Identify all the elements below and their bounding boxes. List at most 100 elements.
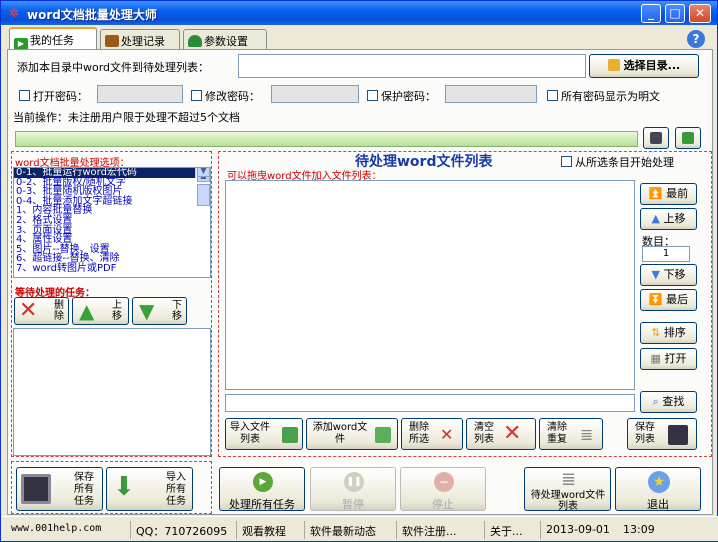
- status-date: 2013-09-01: [540, 521, 615, 539]
- modify-pwd-checkbox[interactable]: 修改密码：: [191, 88, 260, 104]
- stop-button[interactable]: − 停止: [400, 467, 486, 511]
- close-button[interactable]: ✕: [689, 4, 711, 23]
- exit-button[interactable]: ★ 退出: [615, 467, 701, 511]
- delete-selected-label: 删除所选: [409, 422, 429, 445]
- tab-my-tasks[interactable]: ▶ 我的任务: [9, 27, 97, 50]
- status-qq: QQ：710726095: [130, 521, 232, 539]
- pending-list-button[interactable]: ≣ 待处理word文件列表: [524, 467, 611, 512]
- save-progress-button[interactable]: [643, 127, 669, 149]
- protect-pwd-checkbox[interactable]: 保护密码：: [367, 88, 436, 104]
- pause-button[interactable]: ❚❚ 暂停: [310, 467, 396, 511]
- pause-icon: ❚❚: [344, 472, 364, 492]
- pending-list-label: 待处理word文件列表: [530, 490, 606, 512]
- select-dir-button[interactable]: 选择目录...: [589, 54, 699, 78]
- tab-label: 参数设置: [204, 35, 248, 48]
- status-about[interactable]: 关于...: [484, 521, 528, 539]
- add-dir-label: 添加本目录中word文件到待处理列表：: [17, 61, 210, 74]
- add-word-button[interactable]: 添加word文件: [306, 418, 398, 450]
- delete-task-button[interactable]: ✕ 删除: [14, 297, 69, 325]
- clear-list-button[interactable]: 清空列表 ✕: [466, 418, 536, 450]
- x-icon: ✕: [503, 421, 522, 446]
- open-pwd-checkbox[interactable]: 打开密码：: [19, 88, 88, 104]
- scroll-down-icon[interactable]: ▼: [197, 168, 210, 177]
- process-all-button[interactable]: ▶ 处理所有任务: [219, 467, 305, 511]
- count-value: 1: [642, 246, 690, 262]
- status-site[interactable]: www.001help.com: [6, 521, 106, 539]
- move-up-file-button[interactable]: ▲ 上移: [640, 208, 697, 230]
- import-tasks-button[interactable]: ⬇ 导入所有任务: [106, 467, 193, 511]
- sort-button[interactable]: ⇅ 排序: [640, 322, 697, 344]
- status-tutorial[interactable]: 观看教程: [236, 521, 291, 539]
- status-time: 13:09: [623, 523, 655, 536]
- maximize-button[interactable]: □: [665, 4, 685, 23]
- arrow-down-icon: ▼: [651, 268, 660, 281]
- protect-pwd-input[interactable]: [445, 85, 537, 103]
- scroll-thumb[interactable]: [197, 184, 210, 206]
- move-bottom-button[interactable]: ⏬ 最后: [640, 289, 697, 311]
- folder-icon: [607, 59, 620, 71]
- tab-history[interactable]: 处理记录: [100, 29, 180, 49]
- save-list-label: 保存列表: [635, 422, 655, 445]
- clear-dup-button[interactable]: 清除重复 ≣: [539, 418, 603, 450]
- delete-selected-button[interactable]: 删除所选 ✕: [401, 418, 463, 450]
- delete-icon: ✕: [440, 425, 454, 444]
- play-icon: ▶: [253, 472, 273, 492]
- move-top-button[interactable]: ⏫ 最前: [640, 183, 697, 205]
- arrow-down-icon: ▼: [139, 299, 155, 323]
- import-tasks-label: 导入所有任务: [166, 472, 186, 507]
- import-list-button[interactable]: 导入文件列表: [225, 418, 303, 450]
- options-scrollbar[interactable]: ▲ ▼: [195, 168, 210, 206]
- process-all-label: 处理所有任务: [229, 498, 295, 511]
- pending-task-list[interactable]: [13, 328, 211, 456]
- import-icon: [282, 427, 298, 443]
- find-button[interactable]: ⌕ 查找: [640, 391, 697, 413]
- arrow-up-icon: ▲: [79, 299, 95, 323]
- show-plain-checkbox[interactable]: 所有密码显示为明文: [547, 88, 660, 104]
- clear-list-label: 清空列表: [474, 422, 494, 445]
- status-register[interactable]: 软件注册...: [396, 521, 462, 539]
- help-icon[interactable]: ?: [687, 30, 705, 48]
- options-list[interactable]: 0-1、批量运行word宏代码 0-2、批量版权/随机文字 0-3、批量随机版权…: [13, 167, 211, 278]
- briefcase-icon: [105, 35, 119, 47]
- file-list[interactable]: [225, 180, 635, 390]
- add-word-label: 添加word文件: [312, 422, 368, 445]
- find-input[interactable]: [225, 394, 635, 412]
- current-operation: 当前操作：未注册用户限于处理不超过5个文档: [13, 111, 240, 124]
- exit-label: 退出: [647, 498, 669, 511]
- move-down-file-button[interactable]: ▼ 下移: [640, 264, 697, 286]
- from-selected-checkbox[interactable]: 从所选条目开始处理: [561, 154, 674, 170]
- modify-pwd-input[interactable]: [271, 85, 359, 103]
- app-icon: ✲: [8, 6, 20, 20]
- x-icon: ✕: [19, 298, 38, 323]
- floppy-icon: [650, 132, 662, 144]
- floppy-icon: [21, 474, 51, 504]
- select-dir-label: 选择目录...: [623, 59, 681, 72]
- open-file-button[interactable]: ▦ 打开: [640, 348, 697, 370]
- list-item[interactable]: 7、word转图片或PDF: [14, 264, 210, 274]
- list-icon: ≣: [561, 469, 577, 490]
- arrow-bottom-icon: ⏬: [648, 293, 663, 306]
- main-window: ✲ word文档批量处理大师 _ □ ✕ ▶ 我的任务 处理记录 参数设置 ? 添…: [0, 0, 718, 542]
- import-list-label: 导入文件列表: [230, 422, 270, 445]
- clear-dup-label: 清除重复: [547, 422, 567, 445]
- grid-icon: ▦: [650, 352, 661, 365]
- directory-input[interactable]: [238, 54, 586, 78]
- open-pwd-input[interactable]: [97, 85, 183, 103]
- import-download-icon: ⬇: [113, 472, 135, 502]
- move-down-task-label: 下移: [172, 300, 182, 322]
- status-news[interactable]: 软件最新动态: [304, 521, 381, 539]
- download-button[interactable]: [675, 127, 701, 149]
- status-bar: www.001help.com QQ：710726095 观看教程 软件最新动态…: [2, 516, 718, 541]
- tab-settings[interactable]: 参数设置: [183, 29, 267, 49]
- title-bar[interactable]: ✲ word文档批量处理大师 _ □ ✕: [1, 1, 717, 25]
- move-down-task-button[interactable]: ▼ 下移: [132, 297, 187, 325]
- move-up-task-label: 上移: [112, 300, 122, 322]
- arrow-up-icon: ▲: [651, 212, 660, 225]
- magnifier-icon: ⌕: [652, 395, 659, 408]
- move-up-task-button[interactable]: ▲ 上移: [72, 297, 129, 325]
- minimize-button[interactable]: _: [641, 4, 661, 23]
- download-icon: [682, 132, 694, 144]
- tab-label: 处理记录: [121, 35, 165, 48]
- save-tasks-button[interactable]: 保存所有任务: [16, 467, 103, 511]
- save-list-button[interactable]: 保存列表: [627, 418, 697, 450]
